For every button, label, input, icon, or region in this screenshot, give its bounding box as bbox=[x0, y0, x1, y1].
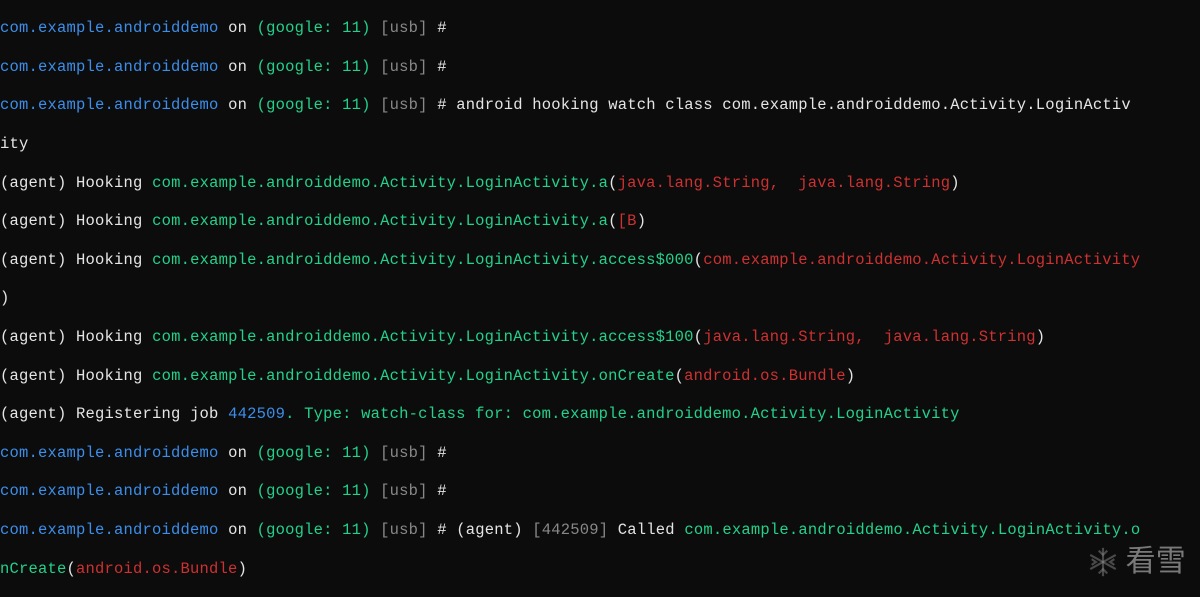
register-line: (agent) Registering job 442509. Type: wa… bbox=[0, 405, 1200, 424]
called-line: com.example.androiddemo on (google: 11) … bbox=[0, 521, 1200, 540]
hooking-label: Hooking bbox=[76, 174, 143, 192]
method-a: .a bbox=[589, 174, 608, 192]
command-text: android hooking watch class com.example.… bbox=[456, 96, 1131, 114]
hook-line: (agent) Hooking com.example.androiddemo.… bbox=[0, 174, 1200, 193]
platform-open: (google: bbox=[257, 19, 343, 37]
terminal-output[interactable]: com.example.androiddemo on (google: 11) … bbox=[0, 0, 1200, 597]
app-name: com.example.androiddemo bbox=[0, 19, 219, 37]
trail-o: .o bbox=[1121, 521, 1140, 539]
usb-label: [usb] bbox=[380, 19, 428, 37]
register-post: . Type: watch-class for: com.example.and… bbox=[285, 405, 960, 423]
params: com.example.androiddemo.Activity.LoginAc… bbox=[703, 251, 1140, 269]
method-access100: .access$100 bbox=[589, 328, 694, 346]
job-id-bracket: [442509] bbox=[532, 521, 608, 539]
hook-line: (agent) Hooking com.example.androiddemo.… bbox=[0, 212, 1200, 231]
prompt-line: com.example.androiddemo on (google: 11) … bbox=[0, 19, 1200, 38]
called-wrap: nCreate(android.os.Bundle) bbox=[0, 560, 1200, 579]
on-label: on bbox=[228, 19, 247, 37]
method-access000: .access$000 bbox=[589, 251, 694, 269]
command-wrap: ity bbox=[0, 135, 1200, 154]
platform-close: ) bbox=[361, 19, 371, 37]
params: android.os.Bundle bbox=[684, 367, 846, 385]
hook-wrap: ) bbox=[0, 289, 1200, 308]
platform-num: 11 bbox=[342, 19, 361, 37]
register-pre: Registering job bbox=[76, 405, 228, 423]
hook-line: (agent) Hooking com.example.androiddemo.… bbox=[0, 328, 1200, 347]
params: java.lang.String, java.lang.String bbox=[618, 174, 951, 192]
hash: # bbox=[437, 19, 447, 37]
prompt-line: com.example.androiddemo on (google: 11) … bbox=[0, 444, 1200, 463]
params: [B bbox=[618, 212, 637, 230]
method-oncreate: .onCreate bbox=[589, 367, 675, 385]
oncreate-wrap: nCreate bbox=[0, 560, 67, 578]
class-name: com.example.androiddemo.Activity.LoginAc… bbox=[152, 174, 589, 192]
agent-tag: (agent) bbox=[0, 174, 67, 192]
called-label: Called bbox=[618, 521, 675, 539]
hook-line: (agent) Hooking com.example.androiddemo.… bbox=[0, 251, 1200, 270]
hook-line: (agent) Hooking com.example.androiddemo.… bbox=[0, 367, 1200, 386]
job-id: 442509 bbox=[228, 405, 285, 423]
command-line: com.example.androiddemo on (google: 11) … bbox=[0, 96, 1200, 115]
prompt-line: com.example.androiddemo on (google: 11) … bbox=[0, 482, 1200, 501]
prompt-line: com.example.androiddemo on (google: 11) … bbox=[0, 58, 1200, 77]
